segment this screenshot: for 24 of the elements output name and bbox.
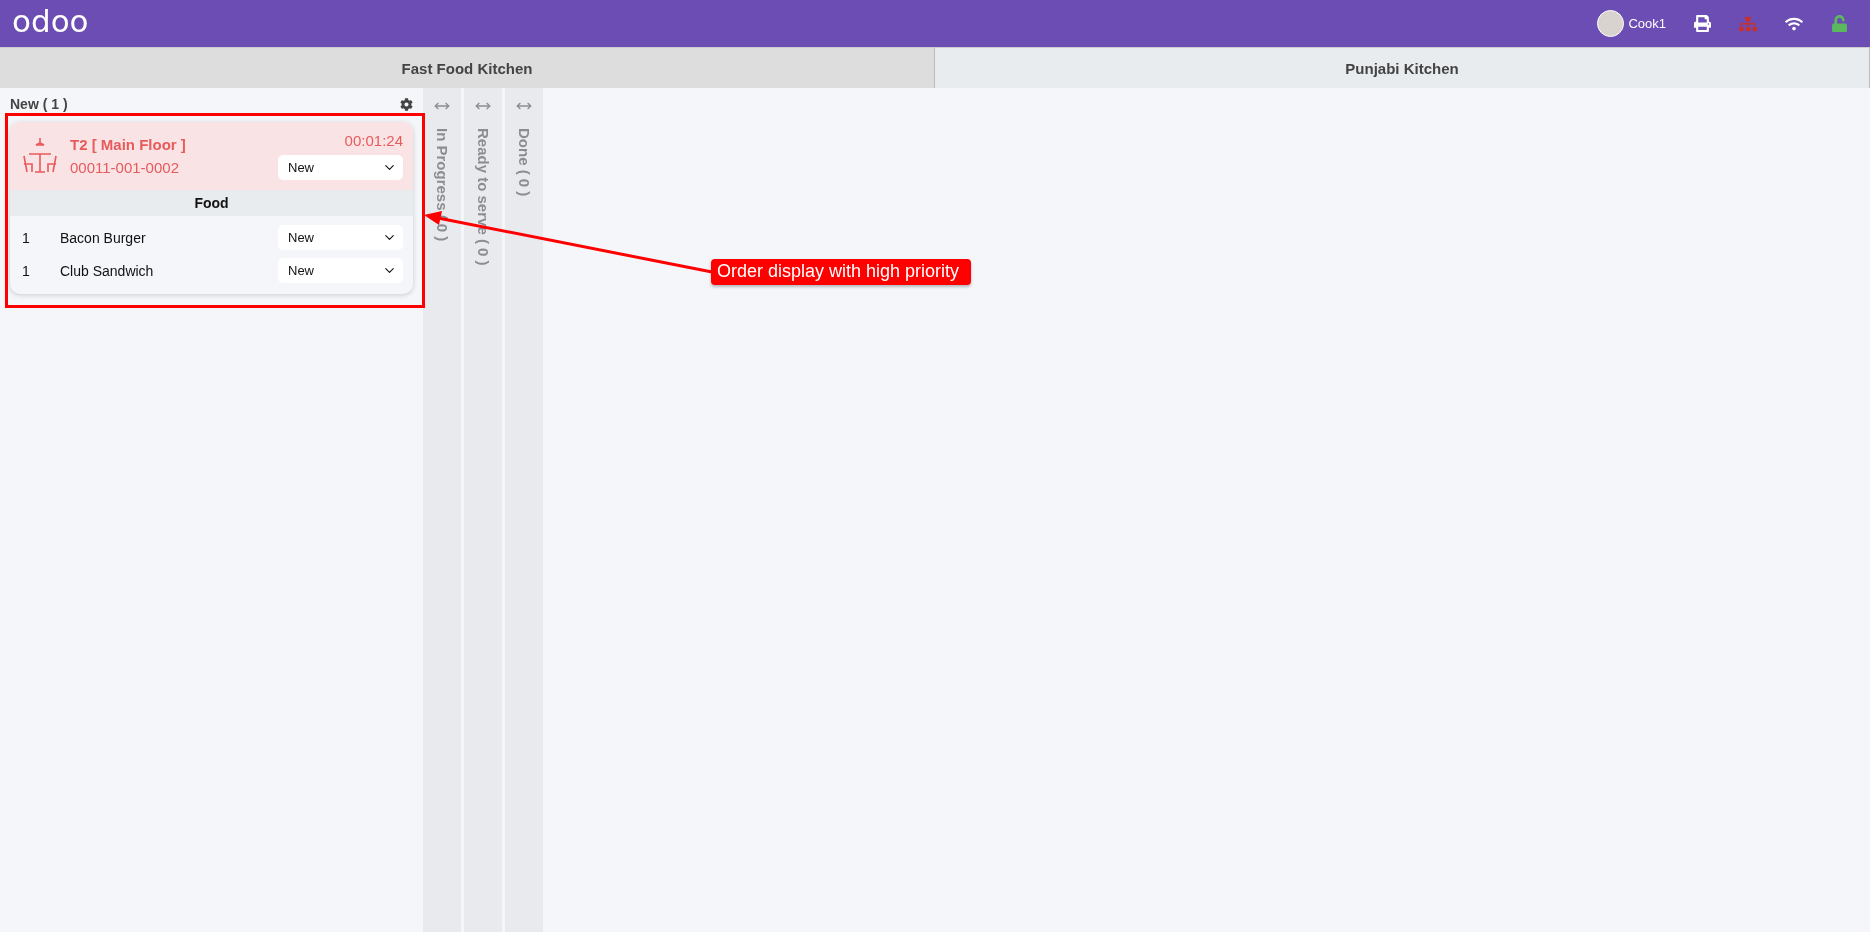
- line-status-select[interactable]: New: [278, 258, 403, 283]
- product-name: Bacon Burger: [60, 229, 147, 246]
- settings-icon[interactable]: [400, 97, 413, 111]
- order-status-select[interactable]: New: [278, 155, 403, 180]
- logo: odoo: [12, 6, 89, 37]
- dining-table-icon: [22, 136, 58, 176]
- quantity: 1: [22, 229, 31, 246]
- printer-icon[interactable]: [1694, 15, 1711, 32]
- quantity: 1: [22, 262, 31, 279]
- elapsed-time: 00:01:24: [344, 132, 403, 149]
- kitchen-tab[interactable]: Punjabi Kitchen: [935, 48, 1870, 88]
- column-title: Ready to serve ( 0 ): [474, 128, 492, 266]
- user-name: Cook1: [1628, 16, 1666, 31]
- table-name: T2 [ Main Floor ]: [70, 136, 187, 153]
- avatar: [1597, 10, 1625, 37]
- kitchen-tab[interactable]: Fast Food Kitchen: [0, 48, 935, 88]
- column-title: New ( 1 ): [10, 96, 68, 112]
- product-name: Club Sandwich: [60, 262, 155, 279]
- column-title: Done ( 0 ): [515, 128, 533, 197]
- annotation-label: Order display with high priority: [711, 259, 972, 285]
- order-reference: 00011-001-0002: [70, 159, 180, 176]
- line-status-select[interactable]: New: [278, 225, 403, 250]
- unlock-icon[interactable]: [1831, 15, 1848, 32]
- category-header: Food: [10, 190, 413, 216]
